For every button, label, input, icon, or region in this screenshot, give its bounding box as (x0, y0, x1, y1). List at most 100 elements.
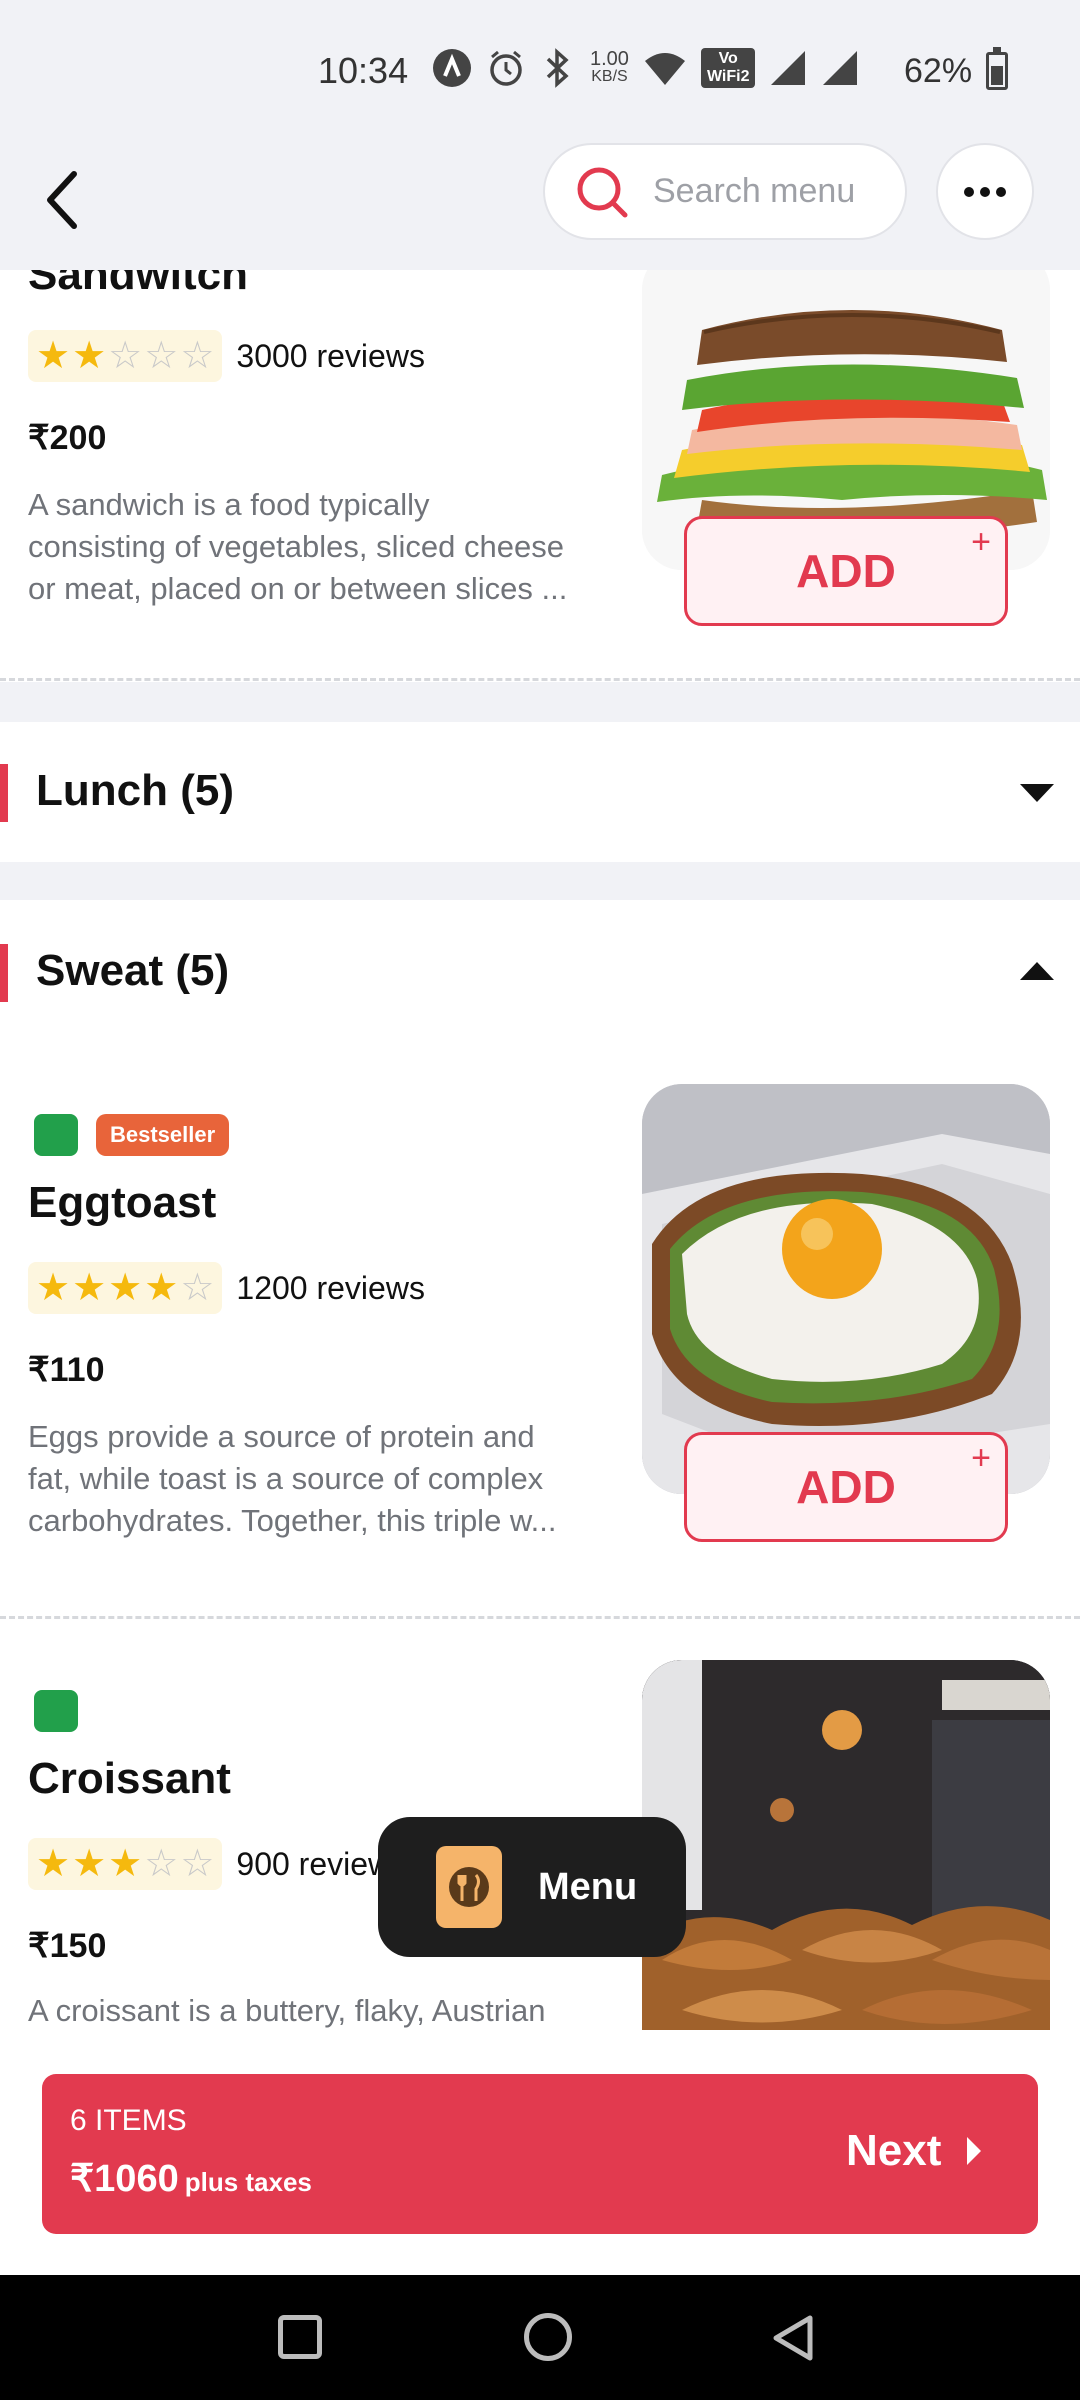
star-rating: ★ ★ ★ ☆ ☆ (28, 1838, 223, 1890)
more-dot (980, 186, 990, 197)
section-accent-bar (0, 764, 8, 822)
system-nav-bar (0, 2275, 1080, 2400)
star-empty-icon: ☆ (144, 335, 179, 377)
fab-label: Menu (538, 1865, 638, 1908)
item-price: ₹110 (28, 1351, 105, 1389)
plus-icon: + (971, 1439, 991, 1477)
item-divider (0, 1616, 1080, 1619)
add-label: ADD (796, 545, 896, 597)
star-full-icon: ★ (36, 335, 71, 377)
item-rating: ★ ★ ★ ☆ ☆ 900 reviews (28, 1838, 407, 1890)
star-rating: ★ ★ ★ ★ ☆ (28, 1262, 223, 1314)
more-dot (996, 186, 1006, 197)
item-price: ₹200 (28, 419, 107, 457)
caret-right-icon (967, 2137, 982, 2165)
croissant-image[interactable] (642, 1660, 1050, 2030)
menu-item-sandwich: Sandwitch ★ ★ ☆ ☆ ☆ 3000 reviews ₹200 A … (0, 270, 1080, 675)
signal-icon (821, 49, 859, 87)
item-rating: ★ ★ ★ ★ ☆ 1200 reviews (28, 1262, 425, 1314)
status-icons: 1.00 KB/S Vo WiFi2 (432, 48, 859, 88)
menu-fab-button[interactable]: Menu (378, 1817, 686, 1957)
next-button[interactable]: Next (846, 2126, 982, 2176)
utensils-icon (436, 1846, 502, 1928)
veg-indicator (34, 1114, 78, 1156)
top-header: Search menu (0, 130, 1080, 270)
description-line: consisting of vegetables, sliced cheese (28, 529, 564, 564)
search-input[interactable]: Search menu (543, 143, 907, 240)
description-line: Eggs provide a source of protein and (28, 1419, 535, 1454)
home-button[interactable] (524, 2313, 572, 2361)
item-description: A sandwich is a food typically consistin… (28, 484, 598, 610)
item-name: Sandwitch (28, 270, 249, 299)
item-name: Eggtoast (28, 1178, 217, 1227)
star-full-icon: ★ (72, 1267, 107, 1309)
veg-indicator (34, 1690, 78, 1732)
caret-down-icon (1020, 784, 1054, 802)
review-count: 3000 reviews (236, 337, 425, 374)
more-options-button[interactable] (936, 143, 1034, 240)
alarm-icon (486, 48, 526, 88)
star-full-icon: ★ (36, 1843, 71, 1885)
net-speed-value: 1.00 (590, 48, 629, 70)
vowifi-icon: Vo WiFi2 (700, 48, 756, 88)
item-description: Eggs provide a source of protein and fat… (28, 1416, 598, 1542)
star-full-icon: ★ (72, 335, 107, 377)
description-line: fat, while toast is a source of complex (28, 1461, 544, 1496)
add-button[interactable]: ADD + (684, 1432, 1008, 1542)
section-spacer (0, 862, 1080, 900)
star-full-icon: ★ (36, 1267, 71, 1309)
net-speed-unit: KB/S (591, 68, 628, 85)
section-accent-bar (0, 944, 8, 1002)
status-time: 10:34 (318, 50, 409, 91)
plus-icon: + (971, 523, 991, 561)
description-line: A croissant is a buttery, flaky, Austria… (28, 1993, 546, 2028)
more-horizontal-icon (964, 186, 974, 197)
cart-bar[interactable]: 6 ITEMS ₹1060 plus taxes Next (42, 2074, 1038, 2234)
section-title: Sweat (5) (36, 946, 230, 995)
cart-total-amount: ₹1060 (70, 2158, 179, 2200)
star-empty-icon: ☆ (144, 1843, 179, 1885)
section-header-sweat[interactable]: Sweat (5) (0, 902, 1080, 1042)
description-line: A sandwich is a food typically (28, 487, 430, 522)
net-speed-icon: 1.00 KB/S (590, 48, 629, 86)
add-label: ADD (796, 1461, 896, 1513)
cart-total: ₹1060 plus taxes (70, 2156, 312, 2201)
recents-button[interactable] (278, 2315, 322, 2359)
chevron-left-icon (47, 171, 77, 229)
back-button[interactable] (32, 160, 92, 240)
cart-taxes-note: plus taxes (184, 2167, 312, 2197)
add-button[interactable]: ADD + (684, 516, 1008, 626)
croissant-illustration (642, 1660, 1050, 2030)
review-count: 1200 reviews (236, 1269, 425, 1306)
star-empty-icon: ☆ (180, 1267, 215, 1309)
section-title: Lunch (5) (36, 766, 234, 815)
star-full-icon: ★ (144, 1267, 179, 1309)
menu-list[interactable]: Sandwitch ★ ★ ☆ ☆ ☆ 3000 reviews ₹200 A … (0, 270, 1080, 2030)
star-empty-icon: ☆ (180, 1843, 215, 1885)
cart-item-count: 6 ITEMS (70, 2104, 187, 2137)
section-header-lunch[interactable]: Lunch (5) (0, 722, 1080, 862)
star-rating: ★ ★ ☆ ☆ ☆ (28, 330, 223, 382)
description-line: carbohydrates. Together, this triple w..… (28, 1503, 557, 1538)
item-description: A croissant is a buttery, flaky, Austria… (28, 1990, 598, 2030)
star-empty-icon: ☆ (180, 335, 215, 377)
search-placeholder: Search menu (653, 172, 856, 210)
caret-up-icon (1020, 962, 1054, 980)
signal-icon (769, 49, 807, 87)
star-full-icon: ★ (108, 1843, 143, 1885)
app-a-icon (432, 48, 472, 88)
description-line: or meat, placed on or between slices ... (28, 571, 568, 606)
battery-percentage: 62% (904, 52, 973, 90)
star-full-icon: ★ (72, 1843, 107, 1885)
item-divider (0, 678, 1080, 681)
star-full-icon: ★ (108, 1267, 143, 1309)
vowifi-label-top: Vo (718, 50, 738, 67)
status-bar: 10:34 1.00 KB/S Vo WiFi2 62% (0, 0, 1080, 145)
back-nav-button[interactable] (770, 2313, 816, 2363)
next-label: Next (846, 2126, 942, 2175)
wifi-icon (643, 49, 687, 87)
star-empty-icon: ☆ (108, 335, 143, 377)
vowifi-label-bottom: WiFi2 (706, 68, 750, 85)
item-price: ₹150 (28, 1927, 107, 1965)
item-rating: ★ ★ ☆ ☆ ☆ 3000 reviews (28, 330, 425, 382)
